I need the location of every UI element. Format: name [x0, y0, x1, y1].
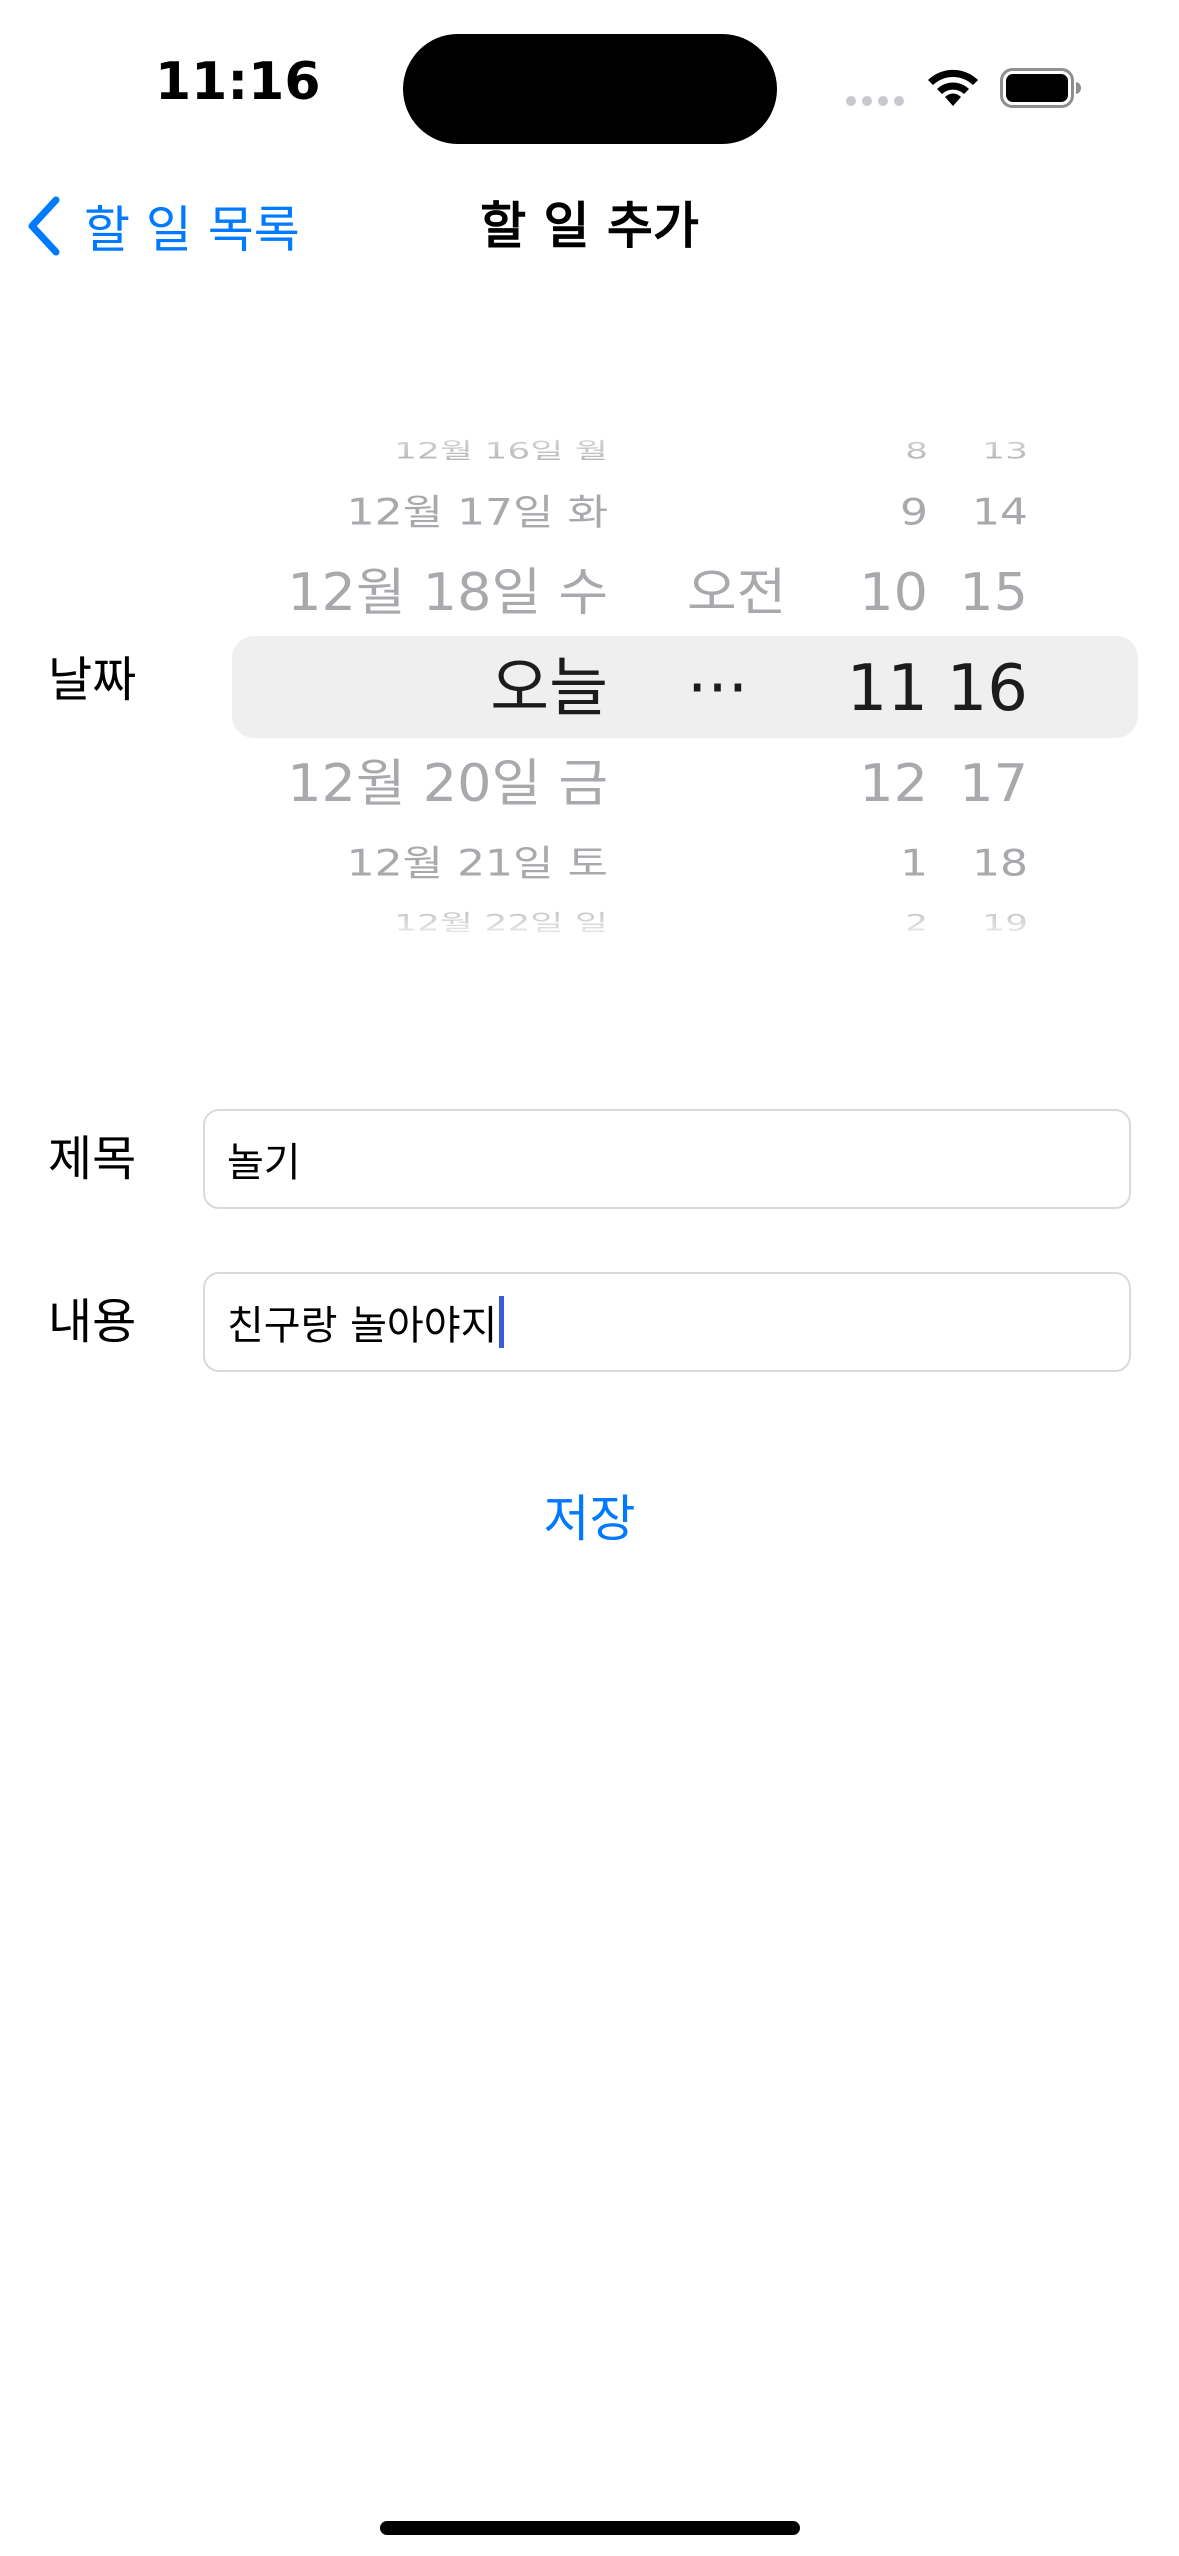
battery-icon	[1000, 68, 1081, 108]
dynamic-island	[403, 34, 777, 144]
picker-hour-cell: 12	[859, 753, 928, 814]
picker-minute-cell: 17	[959, 753, 1028, 814]
picker-row[interactable]: 12월 16일 월 8 13	[232, 439, 1138, 466]
date-label: 날짜	[48, 652, 137, 708]
picker-row[interactable]: 12월 20일 금 12 17	[232, 753, 1138, 815]
picker-ampm-cell: ···	[687, 651, 749, 726]
picker-minute-cell: 18	[972, 842, 1028, 885]
content-input-value: 친구랑 놀아야지	[227, 1303, 498, 1349]
content-input[interactable]: 친구랑 놀아야지	[203, 1272, 1131, 1372]
picker-hour-cell: 10	[859, 562, 928, 623]
save-button[interactable]: 저장	[0, 1484, 1179, 1554]
picker-minute-cell: 13	[982, 439, 1028, 465]
picker-minute-cell: 16	[946, 651, 1028, 726]
wifi-icon	[928, 69, 978, 106]
status-time: 11:16	[155, 52, 321, 112]
picker-date-cell: 12월 22일 일	[394, 911, 608, 937]
picker-hour-cell: 1	[900, 842, 928, 885]
picker-ampm-cell: 오전	[687, 562, 787, 623]
picker-date-cell: 12월 20일 금	[287, 753, 608, 814]
page-title: 할 일 추가	[480, 197, 699, 255]
title-label: 제목	[48, 1131, 137, 1187]
picker-row[interactable]: 12월 18일 수 오전 10 15	[232, 562, 1138, 624]
picker-date-cell: 오늘	[490, 651, 608, 726]
home-indicator[interactable]	[380, 2521, 800, 2535]
picker-minute-cell: 15	[959, 562, 1028, 623]
picker-hour-cell: 2	[905, 911, 928, 937]
picker-row[interactable]: 12월 22일 일 2 19	[232, 911, 1138, 938]
picker-date-cell: 12월 18일 수	[287, 562, 608, 623]
picker-minute-cell: 14	[972, 491, 1028, 534]
picker-minute-cell: 19	[982, 911, 1028, 937]
picker-date-cell: 12월 17일 화	[346, 491, 608, 534]
picker-date-cell: 12월 16일 월	[394, 439, 608, 465]
picker-date-cell: 12월 21일 토	[346, 842, 608, 885]
date-time-picker[interactable]: 12월 15일 일71212월 16일 월81312월 17일 화91412월 …	[232, 410, 1138, 950]
picker-hour-cell: 9	[900, 491, 928, 534]
picker-row-selected[interactable]: 오늘 ··· 11 16	[232, 651, 1138, 728]
picker-row[interactable]: 12월 21일 토 1 18	[232, 842, 1138, 885]
cellular-signal-icon	[846, 96, 904, 106]
picker-row[interactable]: 12월 17일 화 9 14	[232, 491, 1138, 534]
title-input[interactable]: 놀기	[203, 1109, 1131, 1209]
picker-hour-cell: 11	[846, 651, 928, 726]
picker-hour-cell: 8	[905, 439, 928, 465]
title-input-value: 놀기	[227, 1140, 301, 1186]
content-label: 내용	[48, 1294, 137, 1350]
text-cursor	[499, 1296, 505, 1348]
